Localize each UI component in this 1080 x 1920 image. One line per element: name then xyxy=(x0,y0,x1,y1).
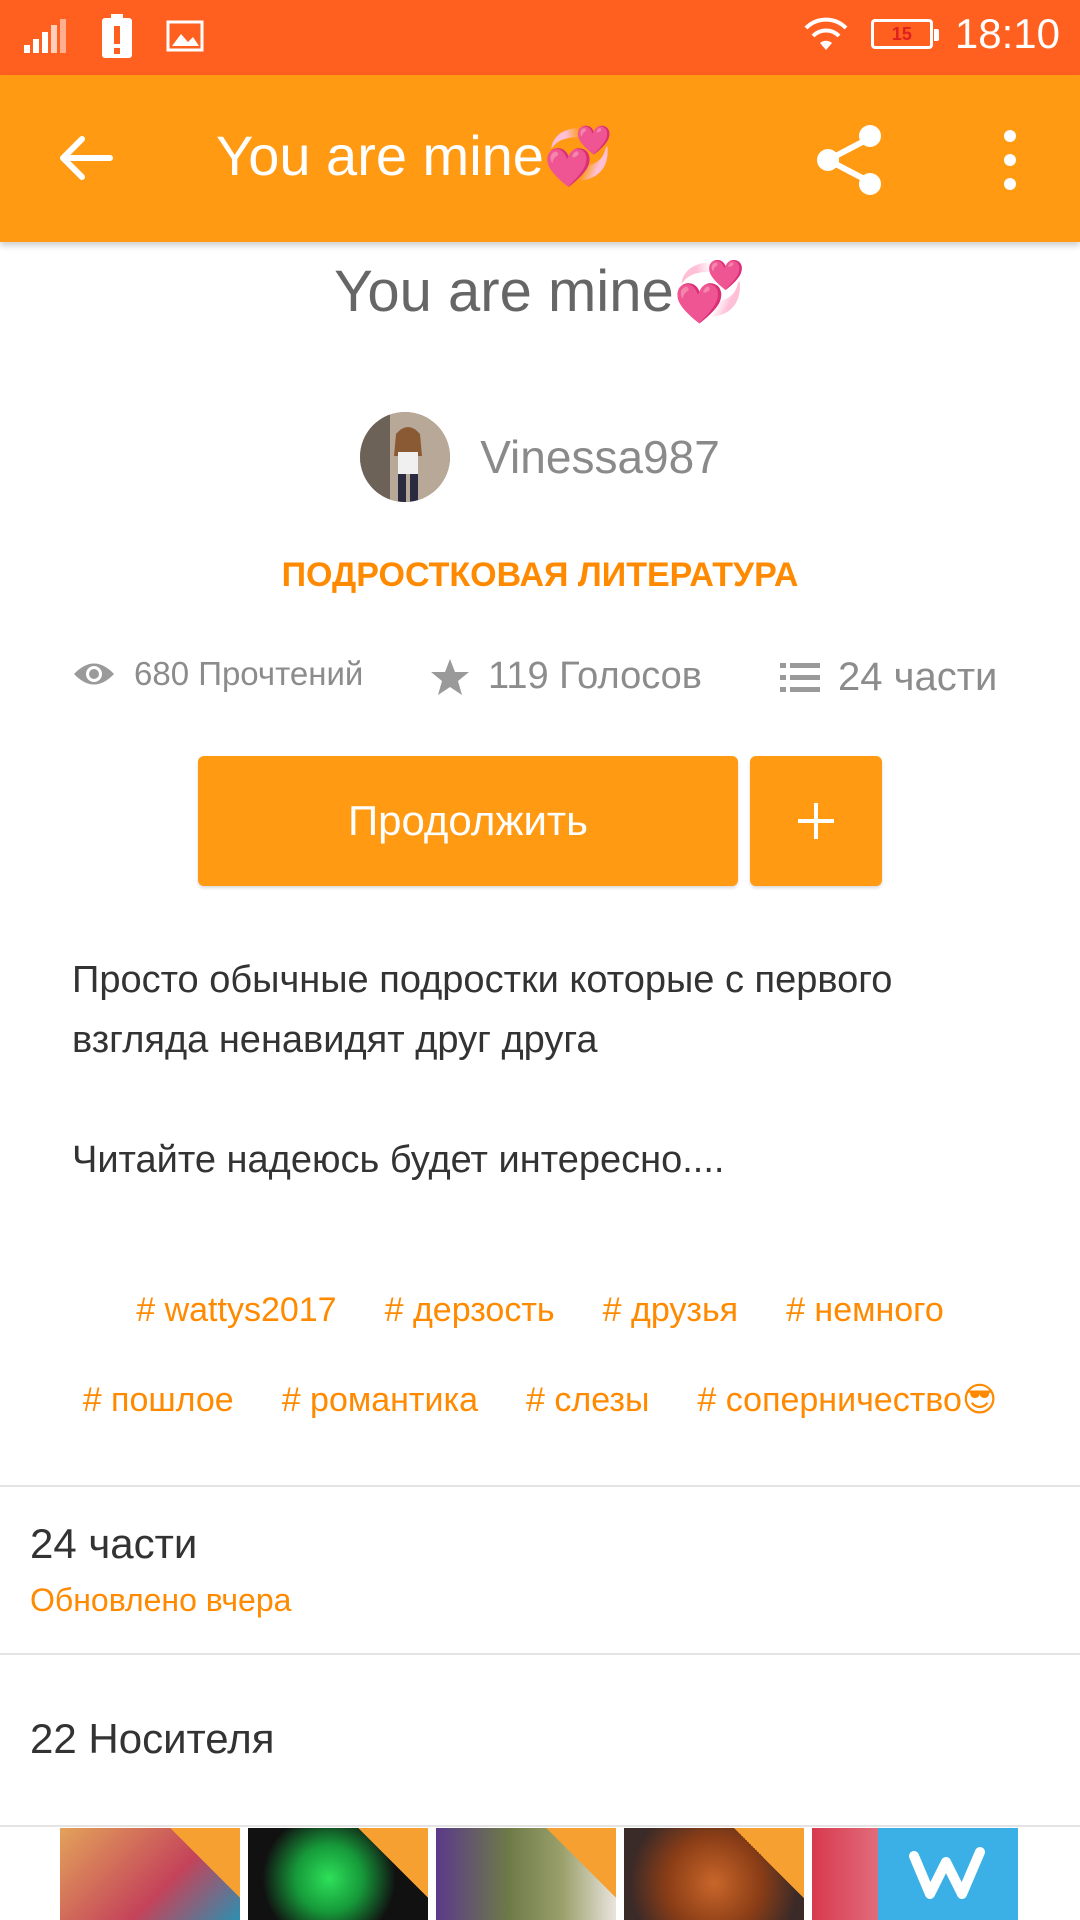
parts-section[interactable]: 24 части Обновлено вчера xyxy=(30,1520,291,1619)
parts-count-stat: 24 части xyxy=(838,655,998,699)
ad-logo[interactable] xyxy=(878,1828,1018,1920)
reads-stat: 680 Прочтений xyxy=(72,655,363,693)
toolbar-title: You are mine💞 xyxy=(216,124,614,187)
story-title: You are mine💞 xyxy=(334,259,746,324)
category-link[interactable]: ПОДРОСТКОВАЯ ЛИТЕРАТУРА xyxy=(0,556,1080,595)
price-ribbon xyxy=(546,1828,616,1898)
avatar-image xyxy=(360,412,451,502)
tags-row: # пошлое # романтика # слезы # соперниче… xyxy=(0,1370,1080,1430)
votes-count: 119 Голосов xyxy=(488,655,702,697)
battery-icon: 15 xyxy=(870,19,939,49)
price-ribbon xyxy=(170,1828,240,1898)
ad-banner[interactable] xyxy=(60,1828,1018,1920)
author-avatar[interactable] xyxy=(360,412,451,502)
status-right-icons: 15 18:10 xyxy=(803,10,1060,58)
story-stats: 680 Прочтений 119 Голосов 24 части xyxy=(72,655,1022,711)
tag-link[interactable]: # романтика xyxy=(282,1381,478,1420)
tag-link[interactable]: # немного xyxy=(786,1291,944,1330)
parts-stat: 24 части xyxy=(780,655,997,700)
list-icon xyxy=(780,662,820,692)
section-divider xyxy=(0,1825,1080,1827)
wish-logo-icon xyxy=(909,1847,985,1899)
signal-icon xyxy=(24,19,66,53)
price-ribbon xyxy=(358,1828,428,1898)
plus-icon xyxy=(798,803,834,839)
more-vert-icon[interactable] xyxy=(990,120,1030,200)
status-time: 18:10 xyxy=(954,10,1060,57)
tags-row: # wattys2017 # дерзость # друзья # немно… xyxy=(0,1280,1080,1340)
app-toolbar: You are mine💞 xyxy=(0,75,1080,242)
section-divider xyxy=(0,1653,1080,1655)
alert-icon xyxy=(102,14,132,58)
description-paragraph: Просто обычные подростки которые с перво… xyxy=(72,959,893,1061)
star-icon xyxy=(431,658,469,695)
tags-list: # wattys2017 # дерзость # друзья # немно… xyxy=(0,1280,1080,1430)
tag-link[interactable]: # wattys2017 xyxy=(136,1291,336,1330)
description-paragraph: Читайте надеюсь будет интересно.... xyxy=(72,1139,725,1181)
ad-product-shoes[interactable] xyxy=(60,1828,240,1920)
story-description: Просто обычные подростки которые с перво… xyxy=(72,950,1012,1190)
tag-link[interactable]: # слезы xyxy=(526,1381,649,1420)
ad-product-bag[interactable] xyxy=(624,1828,804,1920)
arrow-back-icon[interactable] xyxy=(50,123,120,193)
ad-product-clothes[interactable] xyxy=(436,1828,616,1920)
price-ribbon xyxy=(734,1828,804,1898)
continue-reading-button[interactable]: Продолжить xyxy=(198,756,738,886)
reads-count: 680 Прочтений xyxy=(134,655,364,692)
status-bar: 15 18:10 xyxy=(0,0,1080,75)
share-icon[interactable] xyxy=(810,120,890,200)
status-left-icons xyxy=(24,14,204,58)
supporters-label[interactable]: 22 Носителя xyxy=(30,1715,275,1763)
tag-link[interactable]: # дерзость xyxy=(385,1291,555,1330)
parts-updated-text: Обновлено вчера xyxy=(30,1582,292,1618)
section-divider xyxy=(0,1485,1080,1487)
votes-stat: 119 Голосов xyxy=(430,655,702,698)
battery-level: 15 xyxy=(891,23,912,44)
tag-link[interactable]: # друзья xyxy=(603,1291,738,1330)
wifi-icon xyxy=(804,17,848,50)
tag-link[interactable]: # соперничество😎 xyxy=(697,1380,997,1420)
ad-product-spinner[interactable] xyxy=(248,1828,428,1920)
author-name[interactable]: Vinessa987 xyxy=(480,430,720,484)
eye-icon xyxy=(74,663,114,685)
parts-count[interactable]: 24 части xyxy=(30,1520,291,1568)
image-icon xyxy=(166,20,204,52)
tag-link[interactable]: # пошлое xyxy=(83,1381,234,1420)
author-row[interactable]: Vinessa987 xyxy=(0,412,1080,502)
add-to-library-button[interactable] xyxy=(750,756,882,886)
